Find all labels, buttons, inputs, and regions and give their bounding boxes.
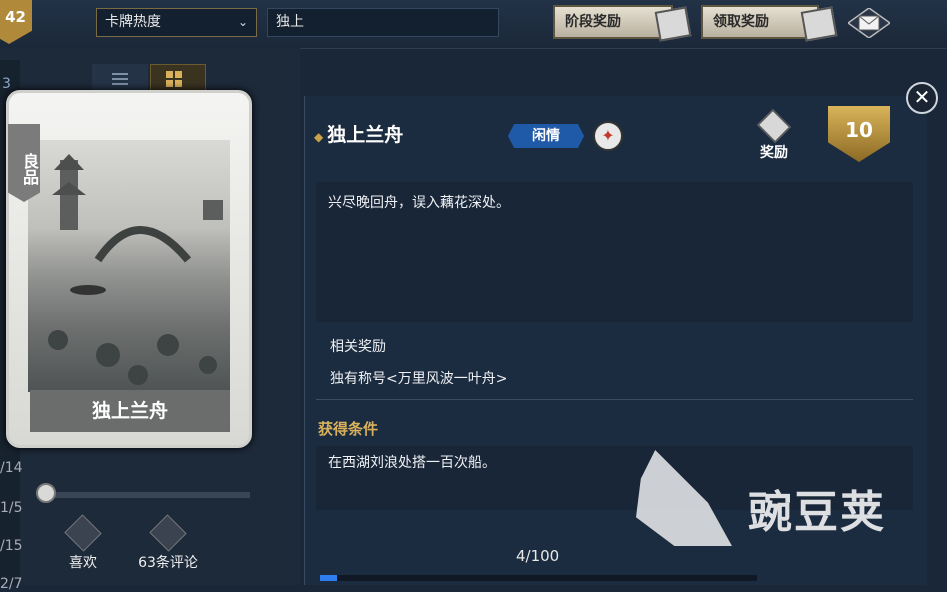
like-button[interactable]: 喜欢 — [52, 514, 114, 572]
condition-text: 在西湖刘浪处搭一百次船。 — [328, 455, 496, 471]
list-progress: 1/5 — [0, 500, 23, 516]
sort-select-value: 卡牌热度 — [105, 14, 161, 30]
comment-icon — [149, 514, 187, 552]
comments-button[interactable]: 63条评论 — [128, 514, 208, 572]
watermark-text: 豌豆荚 — [748, 487, 886, 538]
description-text: 兴尽晚回舟，误入藕花深处。 — [328, 195, 510, 211]
claim-reward-label: 领取奖励 — [713, 14, 769, 30]
progress-fill — [320, 575, 338, 581]
close-button[interactable]: ✕ — [906, 82, 938, 114]
condition-heading: 获得条件 — [318, 420, 379, 438]
stage-reward-button[interactable]: 阶段奖励 — [553, 5, 692, 42]
mail-icon[interactable] — [848, 8, 890, 38]
gift-box-icon — [757, 109, 791, 143]
detail-title-text: 独上兰舟 — [327, 124, 404, 146]
pinwheel-icon: ✦ — [593, 121, 623, 151]
search-input-value: 独上 — [276, 14, 304, 30]
diamond-icon: ◆ — [314, 130, 324, 144]
reward-button[interactable]: 奖励 — [752, 109, 796, 162]
heart-icon — [64, 514, 102, 552]
close-icon: ✕ — [913, 85, 931, 109]
list-count: 3 — [2, 76, 11, 92]
zoom-slider[interactable] — [40, 492, 250, 498]
stage-reward-label: 阶段奖励 — [565, 14, 621, 30]
detail-title: ◆ 独上兰舟 — [314, 120, 403, 147]
list-progress: /14 — [0, 460, 23, 476]
gift-box-icon — [800, 6, 838, 42]
card-title: 独上兰舟 — [30, 390, 230, 432]
chevron-down-icon: ⌄ — [237, 15, 248, 29]
card-illustration — [28, 140, 230, 392]
divider — [316, 399, 913, 400]
reward-label: 奖励 — [760, 145, 788, 161]
pagoda-landscape-image — [48, 154, 223, 385]
gift-box-icon — [654, 6, 692, 42]
comments-label: 63条评论 — [138, 555, 198, 571]
related-reward-heading: 相关奖励 — [330, 339, 386, 355]
slider-handle[interactable] — [36, 483, 56, 503]
grid-icon — [166, 71, 182, 87]
like-label: 喜欢 — [69, 555, 97, 571]
claim-reward-button[interactable]: 领取奖励 — [701, 5, 838, 42]
list-progress: 2/7 — [0, 576, 23, 592]
category-tag: 闲情 — [508, 124, 584, 148]
search-input[interactable]: 独上 — [267, 8, 499, 37]
sort-select[interactable]: 卡牌热度 ⌄ — [96, 8, 257, 37]
list-progress: /15 — [0, 538, 23, 554]
related-reward-value: 独有称号<万里风波一叶舟> — [330, 371, 508, 387]
progress-text: 4/100 — [516, 547, 560, 565]
progress-bar — [320, 575, 757, 581]
rarity-badge: 良品 — [8, 124, 40, 202]
